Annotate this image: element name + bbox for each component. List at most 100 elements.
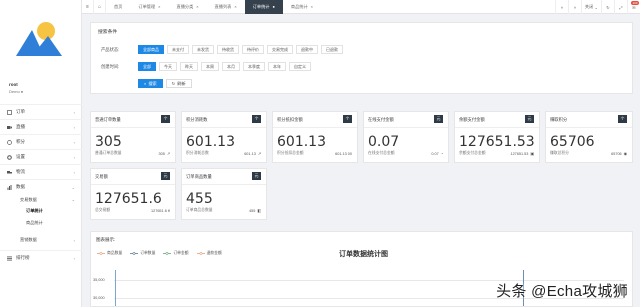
time-chip-custom[interactable]: 自定义 xyxy=(289,62,311,71)
sidebar-item-product-stats[interactable]: 商品统计 xyxy=(0,217,82,229)
close-icon[interactable]: × xyxy=(234,4,236,9)
stat-card-balance-pay: 余额支付金额 元 127651.53 余额支付总金额 127651.53 ▣ xyxy=(454,111,540,163)
sidebar-item-data[interactable]: 数据 ⌄ xyxy=(0,179,82,194)
close-icon[interactable]: ● xyxy=(272,4,274,9)
legend-item[interactable]: 订单金额 xyxy=(163,251,189,256)
sidebar-item-logistics[interactable]: 物流 ‹ xyxy=(0,164,82,179)
legend-item[interactable]: 订单数量 xyxy=(130,251,155,256)
tab-live-list[interactable]: 直播列表 × xyxy=(207,0,245,14)
sidebar-item-label: 直播 xyxy=(16,124,25,129)
chart-title: 订单数据统计图 xyxy=(339,251,388,258)
status-chip-refunded[interactable]: 已退款 xyxy=(321,45,343,54)
expand-icon[interactable]: ⤢ xyxy=(614,0,627,14)
tab-order-stats[interactable]: 订单统计 ● xyxy=(244,0,283,14)
sidebar-item-ranking[interactable]: 排行榜 ‹ xyxy=(0,250,82,265)
sidebar-item-label: 排行榜 xyxy=(16,255,30,260)
sidebar-subgroup-trade[interactable]: 交易数据 ⌄ xyxy=(0,194,82,206)
status-chip-refunding[interactable]: 退款中 xyxy=(296,45,318,54)
sidebar-item-label: 物流 xyxy=(16,169,25,174)
card-unit-badge: 元 xyxy=(252,172,261,180)
card-total: 0.07 ◔ xyxy=(431,152,443,156)
card-value: 127651.6 xyxy=(95,191,162,207)
time-filter-label: 创建时间: xyxy=(101,63,120,69)
time-chip-year[interactable]: 本年 xyxy=(268,62,286,71)
card-title: 赚取积分 xyxy=(550,117,568,122)
status-chip-completed[interactable]: 交易完成 xyxy=(267,45,293,54)
card-unit-badge: 个 xyxy=(343,115,352,123)
time-chip-quarter[interactable]: 本季度 xyxy=(243,62,265,71)
time-chip-today[interactable]: 今天 xyxy=(159,62,177,71)
menu-toggle-icon[interactable]: ≡ xyxy=(82,0,94,14)
sidebar-item-points[interactable]: 积分 ‹ xyxy=(0,134,82,149)
card-total-value: 305 xyxy=(158,151,165,156)
search-panel: 搜索条件 产品状态: 全部商品 未支付 未发货 待收货 待评价 交易完成 退款中… xyxy=(90,22,633,94)
status-chip-to-review[interactable]: 待评价 xyxy=(242,45,264,54)
sidebar-item-label: 订单统计 xyxy=(26,208,43,214)
legend-item[interactable]: 商品数量 xyxy=(97,251,122,256)
card-title: 订单商品数量 xyxy=(186,174,212,179)
time-chip-all[interactable]: 全部 xyxy=(138,62,156,71)
status-chip-to-receive[interactable]: 待收货 xyxy=(217,45,239,54)
time-chip-month[interactable]: 本月 xyxy=(222,62,240,71)
scroll-right-icon[interactable]: » xyxy=(567,0,581,14)
refresh-button[interactable]: ↻ 刷新 xyxy=(165,79,192,88)
scroll-left-icon[interactable]: « xyxy=(554,0,568,14)
search-button[interactable]: ⌕ 搜索 xyxy=(138,79,163,88)
card-total: 601.13 ↗ xyxy=(244,151,261,157)
notification-icon[interactable]: ✉ 100 xyxy=(627,0,640,14)
chevron-down-icon: ⌄ xyxy=(71,197,75,203)
legend-swatch xyxy=(97,252,105,255)
card-total: 455 ◧ xyxy=(249,208,261,214)
card-subtitle: 赚取总积分 xyxy=(550,151,569,155)
tab-label: 商品统计 xyxy=(290,3,308,9)
close-tabs-label: 关闭 xyxy=(584,4,594,9)
chart-panel-title: 图表展示: xyxy=(96,237,116,242)
legend-label: 退款金额 xyxy=(206,251,222,255)
card-unit-badge: 个 xyxy=(618,115,627,123)
card-unit-badge: 个 xyxy=(161,115,170,123)
card-subtitle: 在线支付总金额 xyxy=(368,151,395,155)
sidebar-item-label: 积分 xyxy=(16,139,25,144)
card-title: 在线支付金额 xyxy=(368,117,394,122)
app-logo xyxy=(14,20,66,60)
time-chip-yesterday[interactable]: 昨天 xyxy=(180,62,198,71)
search-panel-title: 搜索条件 xyxy=(98,30,118,35)
status-chip-unshipped[interactable]: 未发货 xyxy=(192,45,214,54)
search-button-label: 搜索 xyxy=(148,80,157,86)
stat-card-normal-orders: 普通订单数量 个 305 普通订单总数量 305 ↗ xyxy=(90,111,176,163)
close-icon[interactable]: × xyxy=(158,4,160,9)
close-icon[interactable]: × xyxy=(196,4,198,9)
refresh-icon[interactable]: ↻ xyxy=(601,0,614,14)
cart-icon: ◔ xyxy=(440,152,443,156)
card-divider xyxy=(546,127,632,128)
sidebar-subgroup-marketing[interactable]: 营销数据 ‹ xyxy=(0,235,82,247)
close-tabs-dropdown[interactable]: 关闭 ⌄ xyxy=(580,0,601,14)
status-filter-label: 产品状态: xyxy=(101,46,120,52)
tab-product-stats[interactable]: 商品统计 × xyxy=(283,0,321,14)
card-title: 积分抵扣金额 xyxy=(277,117,303,122)
status-chip-unpaid[interactable]: 未支付 xyxy=(167,45,189,54)
sidebar-item-live[interactable]: 直播 ‹ xyxy=(0,119,82,134)
refresh-button-label: 刷新 xyxy=(177,80,186,86)
tab-live-category[interactable]: 直播分类 × xyxy=(169,0,207,14)
card-divider xyxy=(91,127,175,128)
tab-home[interactable]: 首页 xyxy=(106,0,130,14)
legend-item[interactable]: 退款金额 xyxy=(196,251,222,256)
card-value: 305 xyxy=(95,134,122,150)
time-chip-week[interactable]: 本周 xyxy=(201,62,219,71)
wallet-icon: ▣ xyxy=(530,152,534,156)
trend-icon: ↗ xyxy=(257,152,261,156)
box-icon: ◧ xyxy=(257,209,261,213)
home-icon[interactable]: ⌂ xyxy=(94,0,106,14)
close-icon[interactable]: × xyxy=(311,4,313,9)
legend-swatch xyxy=(130,252,139,255)
sidebar-item-order-stats[interactable]: 订单统计 xyxy=(0,206,82,218)
sidebar-item-order[interactable]: 订单 ‹ xyxy=(0,104,82,119)
tab-order-manage[interactable]: 订单管理 × xyxy=(130,0,168,14)
card-value: 0.07 xyxy=(368,134,400,150)
legend-label: 订单数量 xyxy=(140,251,156,255)
chevron-left-icon: ‹ xyxy=(73,170,75,175)
card-title: 交易额 xyxy=(95,174,108,179)
sidebar-item-settings[interactable]: 设置 ‹ xyxy=(0,149,82,164)
status-chip-all[interactable]: 全部商品 xyxy=(138,45,164,54)
